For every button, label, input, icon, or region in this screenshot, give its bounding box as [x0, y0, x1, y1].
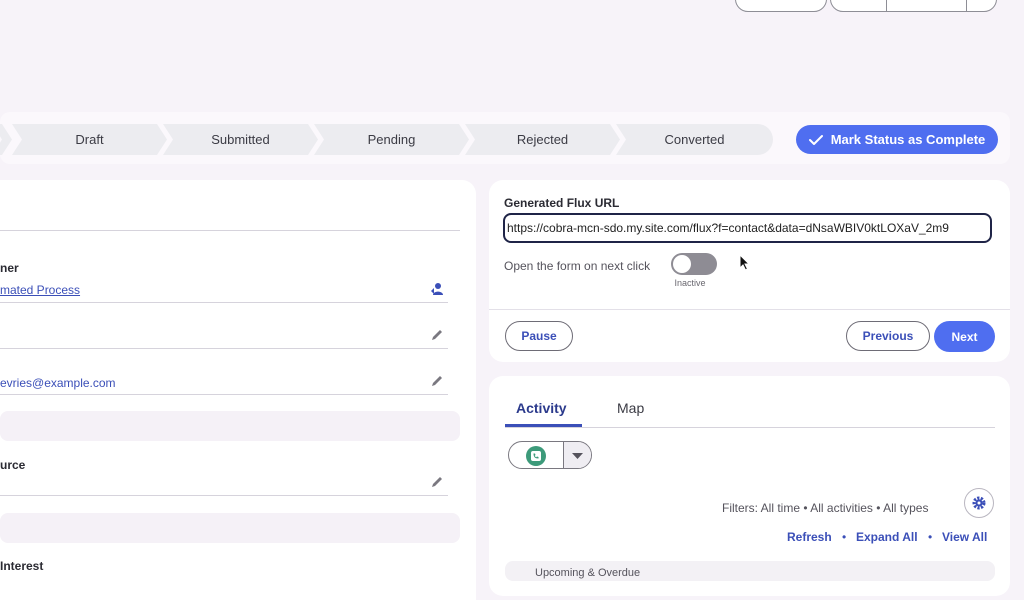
chevron-down-icon — [572, 453, 583, 459]
filter-settings-button[interactable] — [964, 488, 994, 518]
tabs-divider — [505, 427, 995, 428]
next-button[interactable]: Next — [934, 321, 995, 352]
stage-label: Draft — [75, 132, 104, 147]
separator-dot: • — [842, 530, 847, 544]
open-form-toggle[interactable] — [671, 253, 717, 275]
gear-icon — [972, 496, 986, 510]
email-field-value[interactable]: evries@example.com — [0, 376, 116, 390]
pause-label: Pause — [521, 329, 557, 343]
top-action-button[interactable] — [735, 0, 827, 12]
toggle-knob — [673, 255, 691, 273]
checkmark-icon — [808, 134, 823, 145]
button-divider — [966, 0, 967, 11]
separator-dot: • — [928, 530, 933, 544]
source-field-label: urce — [0, 458, 26, 472]
open-form-label: Open the form on next click — [504, 259, 651, 273]
view-all-link[interactable]: View All — [942, 530, 987, 544]
path-stage-pending[interactable]: Pending — [314, 124, 469, 155]
stage-label: Converted — [664, 132, 725, 147]
field-divider — [0, 394, 448, 395]
upcoming-overdue-section[interactable]: Upcoming & Overdue — [505, 561, 995, 581]
mouse-cursor-icon — [739, 254, 751, 271]
phone-icon[interactable] — [525, 445, 547, 467]
path-stage-submitted[interactable]: Submitted — [163, 124, 318, 155]
field-divider — [0, 348, 448, 349]
stage-label: Submitted — [211, 132, 270, 147]
top-button-group[interactable] — [830, 0, 997, 12]
path-stage-converted[interactable]: Converted — [616, 124, 773, 155]
pause-button[interactable]: Pause — [505, 321, 573, 351]
upcoming-overdue-label: Upcoming & Overdue — [535, 567, 641, 579]
log-call-split-button[interactable] — [508, 441, 592, 469]
toggle-status: Inactive — [674, 278, 706, 288]
dropdown-toggle[interactable] — [564, 442, 591, 468]
section-header[interactable] — [0, 411, 460, 441]
previous-label: Previous — [862, 329, 914, 343]
field-divider — [0, 230, 460, 231]
field-divider — [0, 302, 448, 303]
stage-label: Rejected — [516, 132, 569, 147]
section-header[interactable] — [0, 513, 460, 543]
stage-label: Pending — [367, 132, 416, 147]
edit-pencil-icon[interactable] — [430, 328, 444, 342]
card-divider — [489, 309, 1010, 310]
edit-pencil-icon[interactable] — [430, 374, 444, 388]
button-divider — [886, 0, 887, 11]
edit-pencil-icon[interactable] — [430, 475, 444, 489]
mark-status-complete-button[interactable]: Mark Status as Complete — [796, 125, 998, 154]
flux-url-title: Generated Flux URL — [504, 196, 620, 210]
flux-url-value: https://cobra-mcn-sdo.my.site.com/flux?f… — [507, 221, 949, 235]
activity-filters-text: Filters: All time • All activities • All… — [722, 501, 929, 515]
tab-activity[interactable]: Activity — [516, 400, 567, 416]
owner-field-label: ner — [0, 261, 19, 275]
path-stage-rejected[interactable]: Rejected — [465, 124, 620, 155]
flux-url-input[interactable]: https://cobra-mcn-sdo.my.site.com/flux?f… — [503, 213, 992, 243]
change-owner-icon[interactable] — [430, 282, 444, 296]
field-divider — [0, 495, 448, 496]
owner-field-link[interactable]: mated Process — [0, 283, 80, 297]
tab-map[interactable]: Map — [617, 400, 644, 416]
expand-all-link[interactable]: Expand All — [856, 530, 918, 544]
previous-button[interactable]: Previous — [846, 321, 930, 351]
interest-field-label: Interest — [0, 559, 44, 573]
next-label: Next — [951, 329, 978, 344]
mark-complete-label: Mark Status as Complete — [830, 132, 986, 147]
refresh-link[interactable]: Refresh — [787, 530, 832, 544]
path-stage-draft[interactable]: Draft — [12, 124, 167, 155]
